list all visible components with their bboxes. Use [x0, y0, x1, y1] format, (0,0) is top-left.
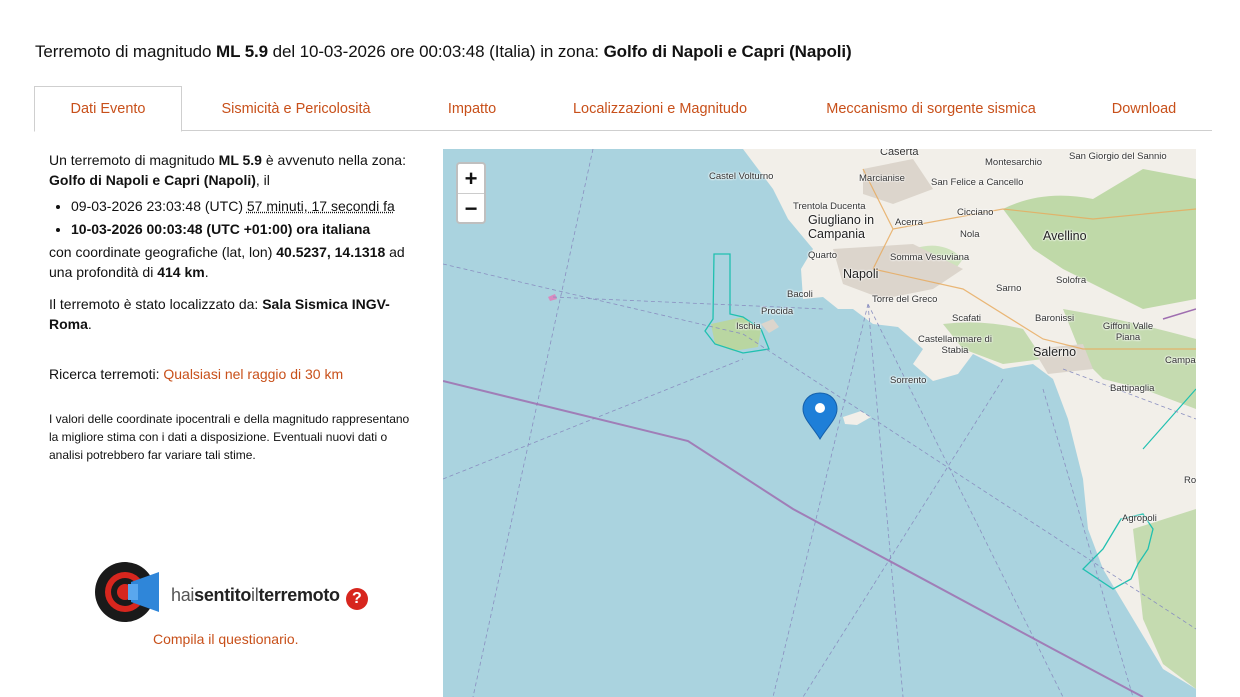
search-label: Ricerca terremoti: [49, 366, 160, 382]
event-details: Un terremoto di magnitudo ML 5.9 è avven… [49, 150, 419, 464]
loc-by-label: Il terremoto è stato localizzato da: [49, 296, 259, 312]
map-label: Acerra [895, 217, 923, 228]
map-label: San Felice a Cancello [931, 177, 1024, 188]
search-radius-link[interactable]: Qualsiasi nel raggio di 30 km [163, 366, 343, 382]
map-label: Montesarchio [985, 157, 1043, 168]
tab-meccanismo[interactable]: Meccanismo di sorgente sismica [786, 86, 1076, 131]
map-label: Bacoli [787, 289, 813, 300]
map-label: Castel Volturno [709, 171, 774, 182]
coords-value: 40.5237, 14.1318 [276, 244, 386, 260]
zoom-control: + − [456, 162, 486, 224]
map-label: Avellino [1043, 229, 1087, 243]
local-time-item: 10-03-2026 00:03:48 (UTC +01:00) ora ita… [71, 219, 419, 239]
tab-impatto[interactable]: Impatto [410, 86, 534, 131]
tab-bar: Dati Evento Sismicità e Pericolosità Imp… [34, 86, 1212, 132]
disclaimer-note: I valori delle coordinate ipocentrali e … [49, 412, 410, 462]
map-label: Castellammare di Stabia [918, 334, 992, 356]
map-label: Ro [1184, 475, 1196, 486]
map-label: Agropoli [1122, 513, 1157, 524]
event-zone: Golfo di Napoli e Capri (Napoli) [49, 172, 256, 188]
title-middle: del 10-03-2026 ore 00:03:48 (Italia) in … [272, 42, 599, 61]
map-label: Baronissi [1035, 313, 1075, 324]
event-magnitude: ML 5.9 [218, 152, 262, 168]
map-label: Scafati [952, 313, 982, 324]
intro-text: , il [255, 172, 270, 188]
map-label: Napoli [843, 267, 879, 281]
map-label: Procida [761, 306, 794, 317]
map-label: Solofra [1056, 275, 1087, 286]
tab-download[interactable]: Download [1076, 86, 1212, 131]
intro-text: Un terremoto di magnitudo [49, 152, 215, 168]
map-label: Sorrento [890, 375, 927, 386]
zoom-in-button[interactable]: + [458, 164, 484, 194]
map-label: Torre del Greco [872, 294, 938, 305]
map-label: Trentola Ducenta [793, 201, 866, 212]
search-row: Ricerca terremoti: Qualsiasi nel raggio … [49, 364, 419, 384]
hst-word: sentito [194, 585, 252, 605]
tab-dati-evento[interactable]: Dati Evento [34, 86, 182, 132]
map-label: Giugliano in Campania [808, 213, 875, 241]
map-label: Giffoni Valle Piana [1102, 321, 1154, 343]
hst-word: terremoto [258, 585, 340, 605]
map-label: Campa [1165, 355, 1196, 366]
map-label: Salerno [1033, 345, 1077, 359]
map-label: Caserta [880, 149, 919, 158]
coord-label: con coordinate geografiche (lat, lon) [49, 244, 273, 260]
local-time: 10-03-2026 00:03:48 (UTC +01:00) ora ita… [71, 221, 371, 237]
localized-by: Il terremoto è stato localizzato da: Sal… [49, 296, 390, 332]
tab-localizzazioni[interactable]: Localizzazioni e Magnitudo [534, 86, 786, 131]
title-magnitude: ML 5.9 [216, 42, 269, 61]
depth-value: 414 km [157, 264, 205, 280]
event-summary: Un terremoto di magnitudo ML 5.9 è avven… [49, 150, 419, 190]
hst-word: hai [171, 585, 195, 605]
tab-sismicita[interactable]: Sismicità e Pericolosità [182, 86, 410, 131]
title-zone: Golfo di Napoli e Capri (Napoli) [603, 42, 852, 61]
utc-time: 09-03-2026 23:03:48 (UTC) [71, 198, 243, 214]
zoom-out-button[interactable]: − [458, 194, 484, 223]
help-icon[interactable]: ? [345, 588, 368, 610]
map-label: San Giorgio del Sannio [1069, 151, 1167, 162]
hst-text: haisentitoilterremoto? [171, 585, 368, 610]
questionnaire-link[interactable]: Compila il questionario. [153, 631, 299, 647]
page-title: Terremoto di magnitudo ML 5.9 del 10-03-… [35, 42, 852, 62]
relative-time: 57 minuti, 17 secondi fa [246, 198, 395, 214]
map-label: Ischia [736, 321, 761, 332]
map-label: Sarno [996, 283, 1022, 294]
utc-time-item: 09-03-2026 23:03:48 (UTC) 57 minuti, 17 … [71, 196, 419, 216]
map-label: Battipaglia [1110, 383, 1155, 394]
map-label: Cicciano [957, 207, 994, 218]
map-label: Quarto [808, 250, 838, 261]
title-prefix: Terremoto di magnitudo [35, 42, 212, 61]
event-map[interactable]: + − Caserta Montesarchio San Giorgio del… [443, 149, 1196, 697]
intro-text: è avvenuto nella zona: [265, 152, 406, 168]
coordinates-text: con coordinate geografiche (lat, lon) 40… [49, 244, 405, 280]
map-label: Somma Vesuviana [890, 252, 970, 263]
hst-logo-icon [95, 562, 159, 622]
event-times: 09-03-2026 23:03:48 (UTC) 57 minuti, 17 … [49, 196, 419, 239]
map-label: Marcianise [859, 173, 905, 184]
epicenter-marker-icon[interactable] [802, 392, 838, 440]
map-label: Nola [960, 229, 980, 240]
hai-sentito-banner[interactable]: haisentitoilterremoto? [95, 560, 375, 630]
